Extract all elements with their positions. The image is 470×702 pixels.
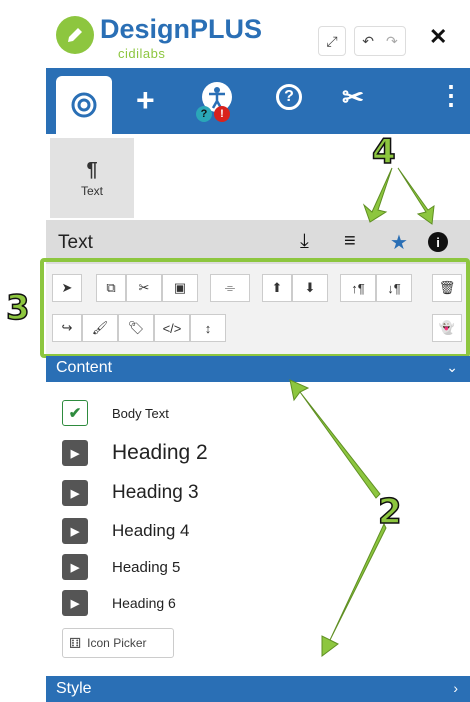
annotation-2: 2 (377, 491, 402, 533)
annotation-arrows (289, 167, 435, 657)
annotation-3: 3 (5, 287, 30, 329)
annotation-4: 4 (371, 131, 396, 173)
